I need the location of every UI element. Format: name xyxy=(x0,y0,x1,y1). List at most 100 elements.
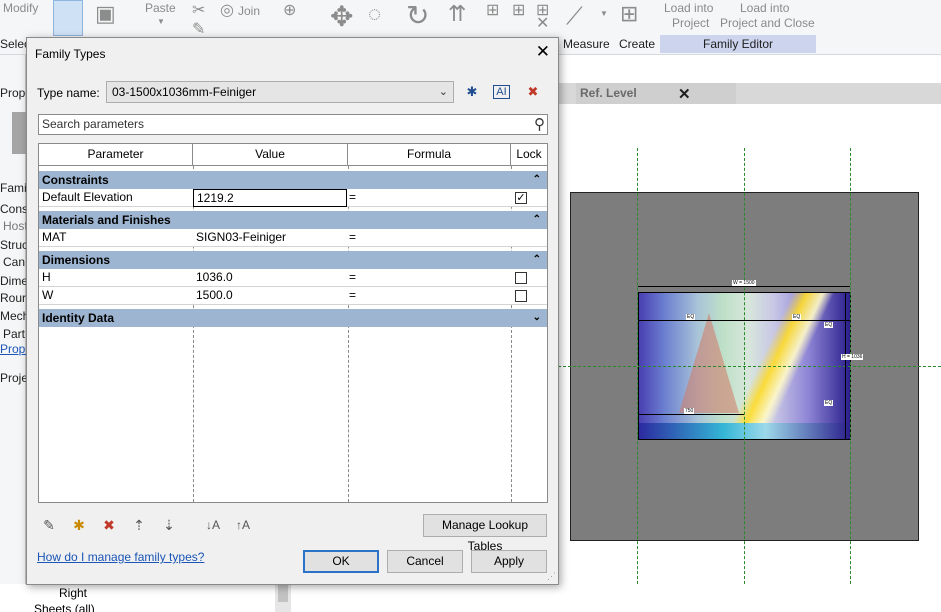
move-down-icon[interactable]: ⇣ xyxy=(159,516,179,534)
group-constraints[interactable]: Constraints ⌃ xyxy=(39,171,547,189)
collapse-icon[interactable]: ⌃ xyxy=(533,211,541,229)
param-value[interactable]: 1036.0 xyxy=(193,269,233,287)
param-formula[interactable]: = xyxy=(346,287,356,305)
expand-icon[interactable]: ⌄ xyxy=(533,309,541,327)
join-icon[interactable]: ◎ xyxy=(220,3,234,19)
dim-height-text: H = 1036 xyxy=(841,354,864,360)
column-header-value[interactable]: Value xyxy=(193,144,348,166)
search-parameters-input[interactable]: Search parameters ⚲ xyxy=(38,114,548,135)
dimension-height[interactable] xyxy=(845,292,846,440)
collapse-icon[interactable]: ⌃ xyxy=(533,171,541,189)
manage-lookup-tables-button[interactable]: Manage Lookup Tables xyxy=(423,514,547,553)
can-row[interactable]: Can xyxy=(3,255,25,269)
delete-parameter-icon[interactable]: ✖ xyxy=(99,516,119,534)
table-row[interactable]: MAT SIGN03-Feiniger = xyxy=(39,229,547,247)
param-value[interactable]: 1500.0 xyxy=(193,287,233,305)
offset-icon[interactable]: ⊞ xyxy=(512,3,525,19)
paint-icon[interactable]: ✎ xyxy=(192,22,205,38)
round-row[interactable]: Rour xyxy=(0,291,26,305)
rename-type-icon[interactable]: AI xyxy=(493,85,510,99)
wall-join-icon[interactable]: ⊕ xyxy=(283,3,296,19)
drawing-canvas[interactable]: W = 1500 EQ EQ 750 H = 1036 EQ EQ xyxy=(558,104,941,612)
align-icon[interactable]: ⊞ xyxy=(486,3,499,19)
create-icon[interactable]: ⊞ xyxy=(620,3,638,25)
chevron-down-icon: ▼ xyxy=(600,9,608,18)
modify-label[interactable]: Modify xyxy=(3,1,38,15)
project-browser-tree: Right Sheets (all) xyxy=(0,584,290,612)
load-into-project-line1[interactable]: Load into xyxy=(664,1,713,15)
load-into-project-close-line2[interactable]: Project and Close xyxy=(720,16,815,30)
dimension-eq-top[interactable] xyxy=(638,320,850,321)
group-label: Constraints xyxy=(42,173,109,187)
browser-scrollbar[interactable] xyxy=(275,584,291,612)
close-icon[interactable]: ✕ xyxy=(678,84,691,105)
tab-ref-level[interactable]: Ref. Level ✕ xyxy=(576,83,736,104)
lock-checkbox[interactable] xyxy=(515,290,527,302)
edit-parameter-icon[interactable]: ✎ xyxy=(39,516,59,534)
apply-button[interactable]: Apply xyxy=(471,550,547,573)
new-parameter-icon[interactable]: ✱ xyxy=(69,516,89,534)
param-value[interactable]: SIGN03-Feiniger xyxy=(193,229,286,247)
table-row[interactable]: Default Elevation 1219.2 = ✓ xyxy=(39,189,547,207)
dim-bottom-text: 750 xyxy=(684,408,695,414)
family-row[interactable]: Famil xyxy=(0,181,29,195)
trim-icon[interactable]: ⇈ xyxy=(448,3,466,25)
modify-button[interactable] xyxy=(53,0,83,36)
collapse-icon[interactable]: ⌃ xyxy=(533,251,541,269)
ok-button[interactable]: OK xyxy=(303,550,379,573)
load-into-project-close-line1[interactable]: Load into xyxy=(740,1,789,15)
create-label[interactable]: Create xyxy=(619,37,655,51)
delete-type-icon[interactable]: ✖ xyxy=(523,83,543,101)
param-formula[interactable]: = xyxy=(346,269,356,287)
column-header-formula[interactable]: Formula xyxy=(348,144,511,166)
part-row[interactable]: Part xyxy=(3,327,25,341)
move-icon[interactable]: ✥ xyxy=(330,3,353,31)
column-header-lock[interactable]: Lock xyxy=(511,144,547,166)
group-label: Identity Data xyxy=(42,311,115,325)
table-row[interactable]: H 1036.0 = xyxy=(39,269,547,287)
group-materials[interactable]: Materials and Finishes ⌃ xyxy=(39,211,547,229)
move-up-icon[interactable]: ⇡ xyxy=(129,516,149,534)
dimension-bottom[interactable] xyxy=(638,414,744,415)
dim-eq-left-text: EQ xyxy=(686,314,696,320)
param-value-field[interactable]: 1219.2 xyxy=(193,189,347,207)
lock-checkbox[interactable]: ✓ xyxy=(515,192,527,204)
cut-geometry-icon[interactable]: ✂ xyxy=(192,3,205,19)
chevron-down-icon: ⌄ xyxy=(438,86,448,98)
delete-icon[interactable]: ✕ xyxy=(536,16,549,32)
group-identity-data[interactable]: Identity Data ⌄ xyxy=(39,309,547,327)
type-name-select[interactable]: 03-1500x1036mm-Feiniger ⌄ xyxy=(106,81,454,103)
param-formula[interactable]: = xyxy=(346,229,356,247)
table-row[interactable]: W 1500.0 = xyxy=(39,287,547,305)
tree-item-right[interactable]: Right xyxy=(59,586,87,600)
dimension-overall-width[interactable] xyxy=(638,286,850,287)
rotate-icon[interactable]: ↻ xyxy=(406,2,429,30)
param-formula[interactable]: = xyxy=(346,189,356,207)
load-into-project-line2[interactable]: Project xyxy=(672,16,709,30)
resize-grip-icon[interactable]: ⋰ xyxy=(547,571,556,582)
close-icon[interactable]: ✕ xyxy=(536,42,550,62)
paste-button[interactable]: Paste xyxy=(145,1,176,15)
join-button[interactable]: Join xyxy=(238,4,260,18)
sort-descending-icon[interactable]: ↑A xyxy=(233,516,253,534)
dim-eq-bottom-text: EQ xyxy=(824,400,834,406)
measure-icon[interactable]: ⟋ xyxy=(566,5,583,29)
switch-join-icon[interactable]: ▣ xyxy=(95,3,116,25)
lock-checkbox[interactable] xyxy=(515,272,527,284)
reference-plane-horizontal[interactable] xyxy=(558,366,941,367)
search-icon[interactable]: ⚲ xyxy=(534,115,545,134)
cancel-button[interactable]: Cancel xyxy=(387,550,463,573)
mechanical-row[interactable]: Mech xyxy=(0,309,29,323)
family-thumbnail xyxy=(12,112,26,154)
copy-icon[interactable]: ◌ xyxy=(368,3,381,25)
host-row[interactable]: Host xyxy=(3,219,28,233)
scrollbar-thumb[interactable] xyxy=(278,584,288,602)
column-header-parameter[interactable]: Parameter xyxy=(39,144,193,166)
tree-item-sheets[interactable]: Sheets (all) xyxy=(34,602,95,612)
help-link[interactable]: How do I manage family types? xyxy=(37,550,204,564)
sort-ascending-icon[interactable]: ↓A xyxy=(203,516,223,534)
measure-label[interactable]: Measure xyxy=(563,37,610,51)
family-editor-panel-label: Family Editor xyxy=(660,35,816,53)
group-dimensions[interactable]: Dimensions ⌃ xyxy=(39,251,547,269)
new-type-icon[interactable]: ✱ xyxy=(462,83,482,101)
